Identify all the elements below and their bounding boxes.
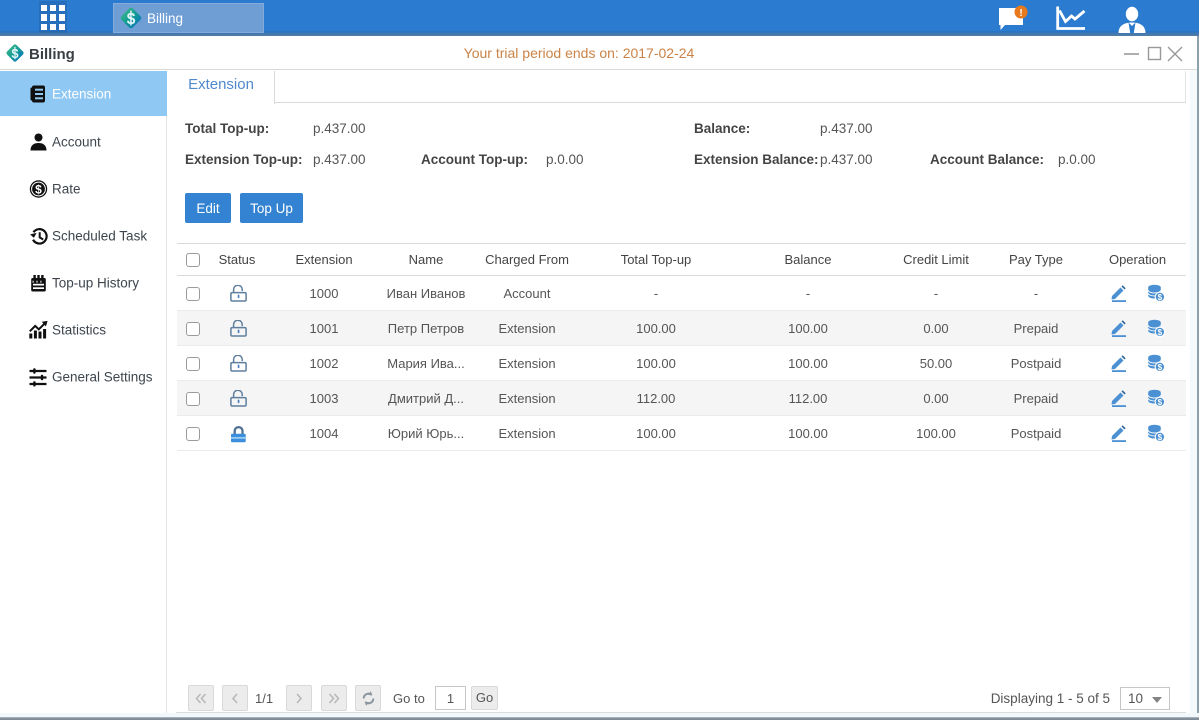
svg-text:$: $ (1158, 293, 1163, 302)
svg-text:$: $ (1158, 433, 1163, 442)
svg-text:$: $ (35, 182, 42, 196)
svg-text:$: $ (1158, 328, 1163, 337)
svg-text:!: ! (1019, 8, 1022, 19)
svg-text:$: $ (1158, 398, 1163, 407)
svg-text:$: $ (127, 11, 136, 28)
svg-text:$: $ (1158, 363, 1163, 372)
